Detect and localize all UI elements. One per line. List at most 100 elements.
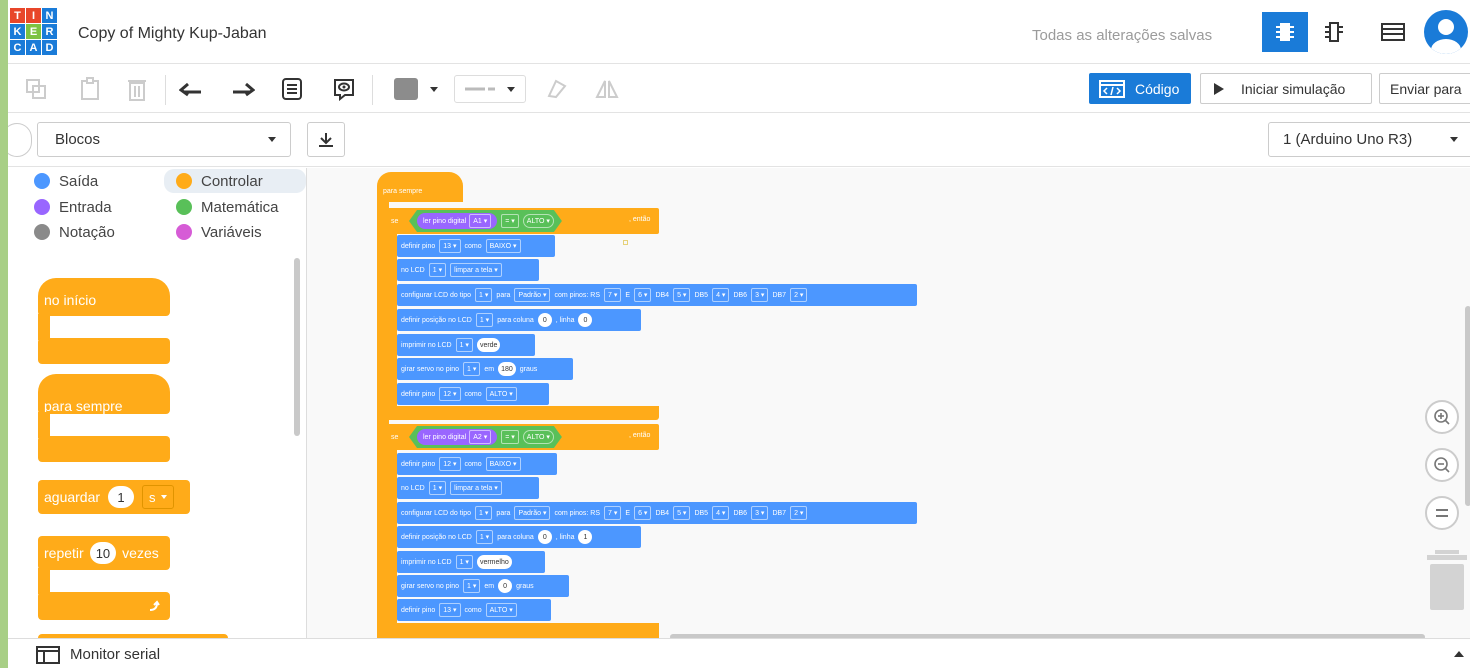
- row-input[interactable]: 0: [578, 313, 593, 327]
- lcd-dropdown[interactable]: 1 ▾: [455, 338, 473, 352]
- category-variables[interactable]: Variáveis: [176, 220, 306, 244]
- delete-button[interactable]: [123, 75, 151, 103]
- angle-input[interactable]: 180: [498, 362, 516, 376]
- rotate-button[interactable]: [544, 75, 570, 103]
- pin-dropdown[interactable]: 12 ▾: [439, 457, 461, 471]
- download-code-button[interactable]: [307, 122, 345, 157]
- category-output[interactable]: Saída: [34, 169, 154, 193]
- lcd-action-dropdown[interactable]: limpar a tela ▾: [450, 481, 502, 495]
- lcd-dropdown[interactable]: 1 ▾: [428, 481, 447, 495]
- read-digital-pin-1[interactable]: ler pino digital A1 ▾: [417, 213, 497, 229]
- db7-pin-dropdown[interactable]: 2 ▾: [790, 506, 808, 520]
- workspace-vertical-scrollbar[interactable]: [1465, 306, 1470, 506]
- send-to-button[interactable]: Enviar para: [1379, 73, 1470, 104]
- wait-value[interactable]: 1: [108, 486, 135, 508]
- lcd-print-block[interactable]: imprimir no LCD 1 ▾ vermelho: [397, 551, 545, 573]
- servo-pin-dropdown[interactable]: 1 ▾: [462, 579, 481, 593]
- db5-pin-dropdown[interactable]: 4 ▾: [712, 506, 730, 520]
- workspace-trash[interactable]: [1427, 550, 1467, 610]
- schematic-view-button[interactable]: [1311, 12, 1357, 52]
- project-title[interactable]: Copy of Mighty Kup-Jaban: [78, 25, 267, 43]
- category-input[interactable]: Entrada: [34, 195, 154, 219]
- state-dropdown[interactable]: ALTO ▾: [485, 387, 517, 401]
- db6-pin-dropdown[interactable]: 3 ▾: [751, 288, 769, 302]
- print-text-input[interactable]: verde: [476, 338, 501, 352]
- pin-dropdown[interactable]: 13 ▾: [439, 239, 461, 253]
- paste-button[interactable]: [76, 75, 104, 103]
- print-text-input[interactable]: vermelho: [476, 555, 512, 569]
- palette-block-wait[interactable]: aguardar 1 s: [38, 480, 190, 514]
- db5-pin-dropdown[interactable]: 4 ▾: [712, 288, 730, 302]
- set-pin-block[interactable]: definir pino 13 ▾ como ALTO ▾: [397, 599, 551, 621]
- pin-dropdown[interactable]: 13 ▾: [439, 603, 461, 617]
- component-list-button[interactable]: [1370, 12, 1416, 52]
- operator-dropdown[interactable]: = ▾: [501, 430, 519, 444]
- wire-style-picker[interactable]: [454, 75, 526, 103]
- set-pin-block[interactable]: definir pino 12 ▾ como BAIXO ▾: [397, 453, 557, 475]
- db4-pin-dropdown[interactable]: 5 ▾: [673, 288, 691, 302]
- palette-scrollbar[interactable]: [294, 258, 300, 436]
- annotation-visibility-button[interactable]: [330, 75, 358, 103]
- zoom-in-button[interactable]: [1425, 400, 1459, 434]
- servo-block[interactable]: girar servo no pino 1 ▾ em 180 graus: [397, 358, 573, 380]
- state-dropdown[interactable]: ALTO ▾: [485, 603, 517, 617]
- value-dropdown[interactable]: ALTO ▾: [523, 430, 554, 444]
- wire-color-picker[interactable]: [384, 75, 448, 103]
- e-pin-dropdown[interactable]: 6 ▾: [634, 506, 652, 520]
- lcd-type-dropdown[interactable]: Padrão ▾: [514, 288, 551, 302]
- category-math[interactable]: Matemática: [176, 195, 306, 219]
- lcd-dropdown[interactable]: 1 ▾: [475, 506, 493, 520]
- palette-block-start[interactable]: no início: [38, 278, 170, 316]
- condition-2[interactable]: ler pino digital A2 ▾ = ▾ ALTO ▾: [409, 426, 562, 448]
- editor-mode-select[interactable]: Blocos: [37, 122, 291, 157]
- rs-pin-dropdown[interactable]: 7 ▾: [604, 506, 622, 520]
- row-input[interactable]: 1: [578, 530, 593, 544]
- forever-block-hat[interactable]: [377, 172, 463, 202]
- lcd-dropdown[interactable]: 1 ▾: [455, 555, 473, 569]
- db7-pin-dropdown[interactable]: 2 ▾: [790, 288, 808, 302]
- lcd-config-block[interactable]: configurar LCD do tipo 1 ▾ para Padrão ▾ com…: [397, 284, 917, 306]
- tinkercad-logo[interactable]: TIN KER CAD: [10, 8, 58, 56]
- operator-dropdown[interactable]: = ▾: [501, 214, 519, 228]
- column-input[interactable]: 0: [537, 530, 552, 544]
- pin-dropdown[interactable]: 12 ▾: [439, 387, 461, 401]
- palette-block-forever[interactable]: para sempre: [38, 374, 170, 414]
- category-notation[interactable]: Notação: [34, 220, 154, 244]
- lcd-dropdown[interactable]: 1 ▾: [428, 263, 447, 277]
- lcd-dropdown[interactable]: 1 ▾: [475, 288, 493, 302]
- mirror-button[interactable]: [592, 75, 622, 103]
- category-control[interactable]: Controlar: [164, 169, 306, 193]
- angle-input[interactable]: 0: [498, 579, 513, 593]
- lcd-position-block[interactable]: definir posição no LCD 1 ▾ para coluna 0, l…: [397, 309, 641, 331]
- db4-pin-dropdown[interactable]: 5 ▾: [673, 506, 691, 520]
- circuit-view-button[interactable]: [1262, 12, 1308, 52]
- lcd-dropdown[interactable]: 1 ▾: [475, 313, 494, 327]
- repeat-value[interactable]: 10: [89, 542, 117, 564]
- zoom-reset-button[interactable]: [1425, 496, 1459, 530]
- e-pin-dropdown[interactable]: 6 ▾: [634, 288, 652, 302]
- lcd-clear-block[interactable]: no LCD 1 ▾ limpar a tela ▾: [397, 259, 539, 281]
- value-dropdown[interactable]: ALTO ▾: [523, 214, 554, 228]
- lcd-position-block[interactable]: definir posição no LCD 1 ▾ para coluna 0, l…: [397, 526, 641, 548]
- db6-pin-dropdown[interactable]: 3 ▾: [751, 506, 769, 520]
- set-pin-block[interactable]: definir pino 13 ▾ como BAIXO ▾: [397, 235, 555, 257]
- start-simulation-button[interactable]: Iniciar simulação: [1200, 73, 1372, 104]
- notes-button[interactable]: [278, 75, 306, 103]
- set-pin-block[interactable]: definir pino 12 ▾ como ALTO ▾: [397, 383, 549, 405]
- servo-block[interactable]: girar servo no pino 1 ▾ em 0 graus: [397, 575, 569, 597]
- code-button[interactable]: Código: [1089, 73, 1191, 104]
- pin-dropdown[interactable]: A1 ▾: [469, 214, 491, 228]
- panel-toggle[interactable]: [8, 123, 32, 157]
- lcd-dropdown[interactable]: 1 ▾: [475, 530, 494, 544]
- palette-block-repeat[interactable]: repetir 10 vezes: [38, 536, 170, 570]
- serial-monitor-bar[interactable]: Monitor serial: [8, 638, 1470, 668]
- zoom-out-button[interactable]: [1425, 448, 1459, 482]
- board-select[interactable]: 1 (Arduino Uno R3): [1268, 122, 1470, 157]
- lcd-action-dropdown[interactable]: limpar a tela ▾: [450, 263, 502, 277]
- wait-unit-dropdown[interactable]: s: [142, 485, 174, 509]
- lcd-config-block[interactable]: configurar LCD do tipo 1 ▾ para Padrão ▾ com…: [397, 502, 917, 524]
- redo-button[interactable]: [228, 75, 258, 103]
- lcd-clear-block[interactable]: no LCD 1 ▾ limpar a tela ▾: [397, 477, 539, 499]
- copy-button[interactable]: [22, 75, 50, 103]
- servo-pin-dropdown[interactable]: 1 ▾: [462, 362, 481, 376]
